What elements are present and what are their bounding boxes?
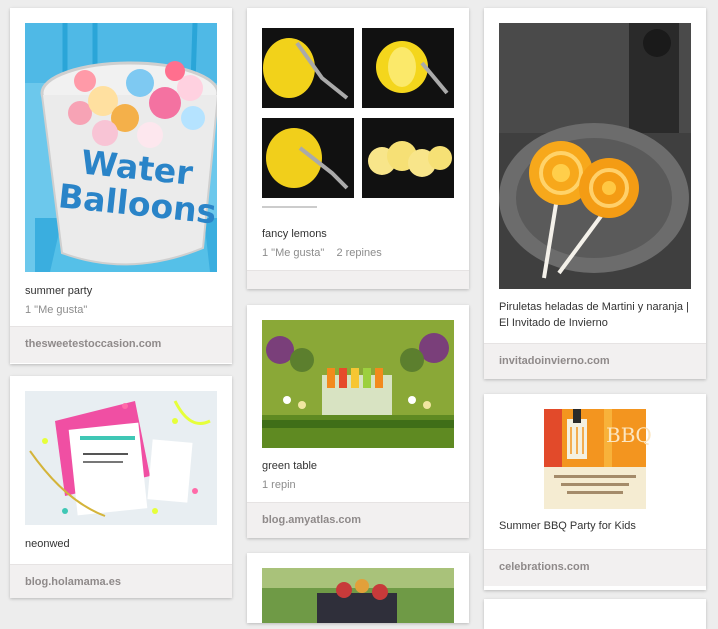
pin-partial-center[interactable] (247, 553, 469, 623)
pin-source-link[interactable]: thesweetestoccasion.com (25, 338, 161, 350)
pin-source-footer[interactable] (247, 270, 469, 289)
pin-source-link[interactable]: celebrations.com (499, 561, 589, 573)
pin-image-fancy-lemons[interactable] (262, 23, 454, 216)
pin-image-green-table[interactable] (262, 320, 454, 448)
pin-image-lollipops[interactable] (499, 23, 691, 289)
pin-partial-right[interactable] (484, 599, 706, 629)
pin-image-partial-center[interactable] (262, 568, 454, 623)
pin-description: summer party (25, 285, 93, 297)
pin-description: green table (262, 460, 318, 472)
pin-neonwed[interactable]: neonwed blog.holamama.es (10, 376, 232, 598)
pin-image-bbq[interactable]: BBQ (499, 409, 691, 509)
pin-description: Summer BBQ Party for Kids (499, 520, 636, 532)
pin-lollipops[interactable]: Piruletas heladas de Martini y naranja |… (484, 8, 706, 379)
pin-source-footer[interactable]: celebrations.com (484, 549, 706, 586)
pin-source-link[interactable]: invitadoinvierno.com (499, 355, 610, 367)
pin-fancy-lemons[interactable]: fancy lemons 1 "Me gusta" 2 repines (247, 8, 469, 289)
pin-stats: 1 "Me gusta" 2 repines (262, 247, 382, 259)
pin-bbq[interactable]: BBQ Summer BBQ Party for Kids celebratio… (484, 394, 706, 590)
pin-stats: 1 "Me gusta" (25, 304, 88, 316)
pin-stats: 1 repin (262, 479, 296, 491)
pin-image-neonwed[interactable] (25, 391, 217, 525)
bbq-image-text: BBQ (606, 423, 652, 447)
pin-green-table[interactable]: green table 1 repin blog.amyatlas.com (247, 305, 469, 538)
pin-source-link[interactable]: blog.holamama.es (25, 576, 121, 588)
pin-source-link[interactable]: blog.amyatlas.com (262, 514, 361, 526)
pin-description: fancy lemons (262, 228, 327, 240)
pin-source-footer[interactable]: invitadoinvierno.com (484, 343, 706, 379)
pin-source-footer[interactable]: thesweetestoccasion.com (10, 326, 232, 363)
bucket-text: Water Balloons (56, 142, 219, 232)
pin-source-footer[interactable]: blog.amyatlas.com (247, 502, 469, 538)
pin-source-footer[interactable]: blog.holamama.es (10, 564, 232, 598)
pin-description: Piruletas heladas de Martini y naranja |… (499, 301, 689, 329)
pin-description: neonwed (25, 538, 70, 550)
